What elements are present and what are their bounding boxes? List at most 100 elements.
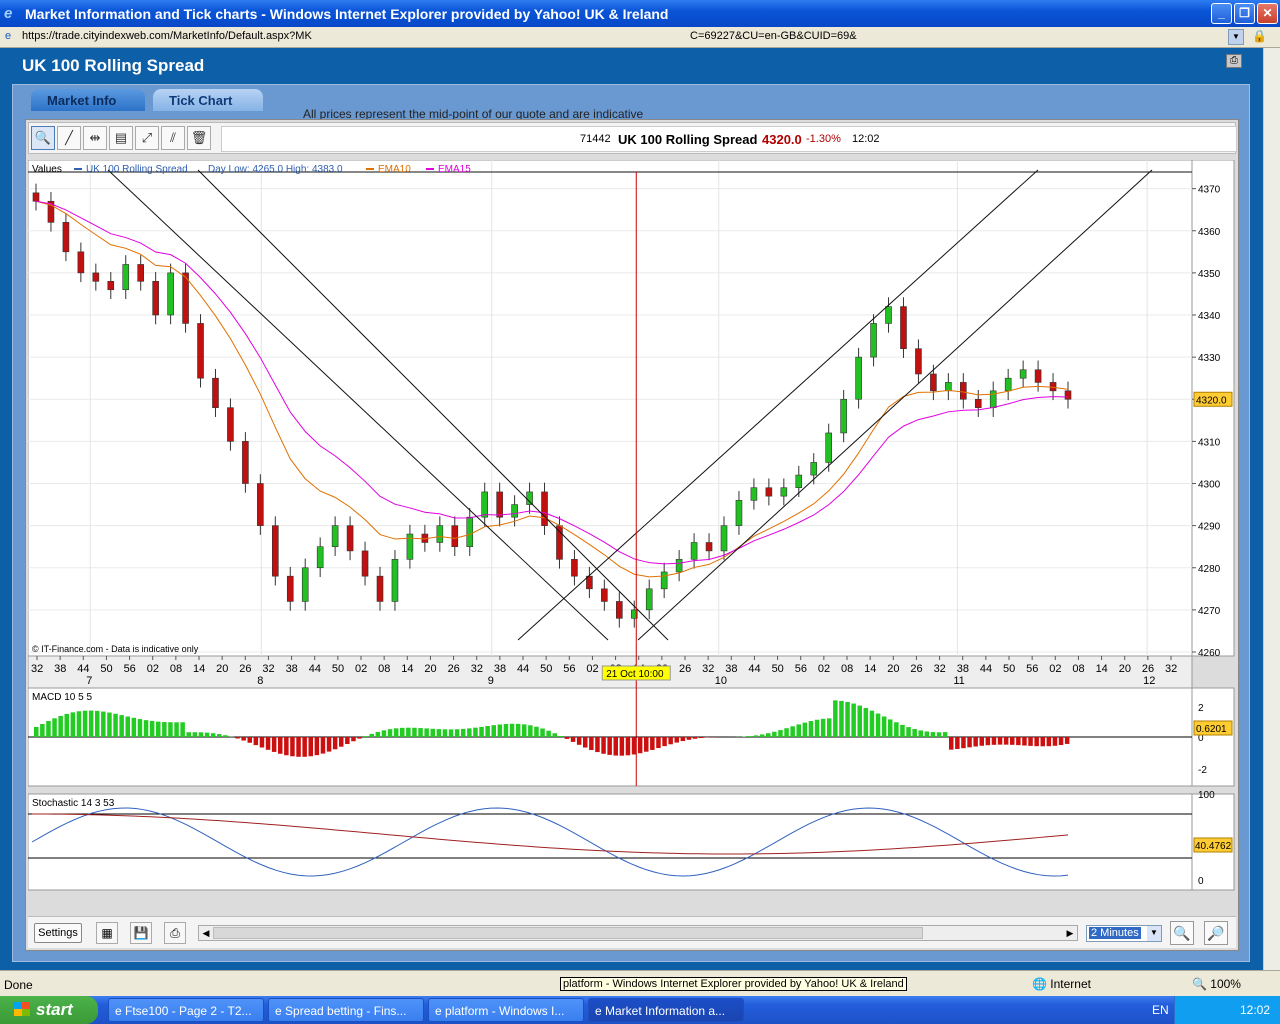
macd-bar [607,737,612,755]
time-tick-label: 20 [424,663,436,675]
delete-tool-icon[interactable]: 🗑 [187,126,211,150]
time-tick-label: 26 [679,663,691,675]
horizontal-line-tool-icon[interactable]: ⇹ [83,126,107,150]
macd-bar [857,705,862,737]
macd-bar [412,727,417,737]
macd-bar [1052,737,1058,746]
time-tick-label: 02 [355,663,367,675]
scrollbar-thumb[interactable] [213,927,923,939]
maximize-button[interactable]: ❐ [1234,3,1255,24]
macd-bar [82,710,88,737]
chevron-down-icon[interactable]: ▼ [1147,926,1161,941]
candle-body [1019,369,1027,379]
save-icon[interactable]: 💾 [130,922,152,944]
zoom-out-button[interactable]: 🔍 [1170,921,1194,945]
macd-bar [381,730,387,737]
macd-bar [955,737,960,749]
taskbar-item[interactable]: e Ftse100 - Page 2 - T2... [108,998,264,1022]
candle-body [391,559,399,602]
macd-bar [869,710,875,737]
close-button[interactable]: ✕ [1257,3,1278,24]
macd-bar [64,713,69,737]
macd-bar [705,737,710,738]
candle-body [810,462,818,476]
time-tick-label: 08 [1072,663,1084,675]
page-scrollbar[interactable] [1263,48,1280,970]
macd-bar [406,727,411,737]
tick-chart[interactable]: 4370436043504340433043204310430042904280… [28,160,1238,912]
macd-bar [393,728,399,737]
time-scrollbar[interactable]: ◀ ▶ [198,925,1078,941]
time-tick-label: 44 [980,663,992,675]
candle-body [481,491,488,518]
macd-bar [875,713,881,737]
day-tick-label: 8 [257,675,263,687]
minimize-button[interactable]: _ [1211,3,1232,24]
scroll-right-icon[interactable]: ▶ [1063,926,1077,940]
window-title: Market Information and Tick charts - Win… [25,5,669,22]
trendline-tool-icon[interactable]: ╱ [57,126,81,150]
time-tick-label: 14 [193,663,205,675]
chart-pane-bg [28,793,1193,891]
taskbar-item[interactable]: e Spread betting - Fins... [268,998,424,1022]
macd-bar [589,737,594,751]
indicator-icon[interactable]: ▦ [96,922,118,944]
fibonacci-tool-icon[interactable]: ▤ [109,126,133,150]
time-tick-label: 14 [401,663,413,675]
macd-bar [802,722,808,737]
macd-bar [461,728,466,737]
address-dropdown-icon[interactable]: ▼ [1228,29,1244,45]
macd-bar [534,726,539,737]
scroll-left-icon[interactable]: ◀ [199,926,213,940]
macd-bar [351,737,356,742]
taskbar-item[interactable]: e Market Information a... [588,998,744,1022]
price-tick-label: 4330 [1198,353,1221,364]
macd-bar [833,700,838,737]
macd-bar [467,728,472,737]
zoom-tool-icon[interactable]: 🔍 [31,126,55,150]
address-bar[interactable]: e https://trade.cityindexweb.com/MarketI… [0,27,1280,48]
candle-body [616,601,623,619]
time-tick-label: 38 [725,663,737,675]
zoom-in-button[interactable]: 🔎 [1204,921,1228,945]
macd-bar [174,722,179,737]
day-tick-label: 12 [1143,675,1155,687]
chart-toolbar: 🔍 ╱ ⇹ ▤ ⤢ ⫽ 🗑 71442 UK 100 Rolling Sprea… [28,122,1237,154]
macd-bar [265,737,271,750]
macd-bar [918,730,923,737]
macd-bar [558,735,564,737]
print-chart-icon[interactable]: ⎙ [164,922,186,944]
time-tick-label: 14 [1096,663,1108,675]
zoom-level[interactable]: 🔍 100% [1192,977,1241,991]
interval-select[interactable]: 2 Minutes ▼ [1086,925,1162,942]
content-panel: Market Info Tick Chart All prices repres… [12,84,1250,962]
price-tick-label: 4360 [1198,227,1221,238]
tab-market-info[interactable]: Market Info [31,89,145,111]
candle-body [451,525,459,547]
candle-body [840,398,847,434]
candle-body [107,281,115,291]
candle-body [930,373,937,392]
time-tick-label: 38 [286,663,298,675]
macd-bar [241,737,246,741]
time-tick-label: 56 [124,663,136,675]
macd-bar [1010,737,1015,745]
macd-bar [644,737,649,752]
print-icon[interactable]: ⎙ [1226,54,1242,68]
lock-icon[interactable]: 🔒 [1252,29,1267,45]
macd-bar [198,732,204,737]
settings-button[interactable]: Settings [34,923,82,943]
language-indicator[interactable]: EN [1152,1003,1169,1017]
time-tick-label: 26 [448,663,460,675]
start-button[interactable]: start [0,996,98,1024]
macd-bar [509,723,515,737]
tab-tick-chart[interactable]: Tick Chart [153,89,263,111]
ray-tool-icon[interactable]: ⤢ [135,126,159,150]
macd-bar [290,737,295,757]
macd-bar [119,715,124,737]
parallel-tool-icon[interactable]: ⫽ [161,126,185,150]
macd-bar [924,731,930,737]
address-url[interactable]: https://trade.cityindexweb.com/MarketInf… [22,30,312,42]
macd-bar [113,713,118,737]
taskbar-item[interactable]: e platform - Windows I... [428,998,584,1022]
